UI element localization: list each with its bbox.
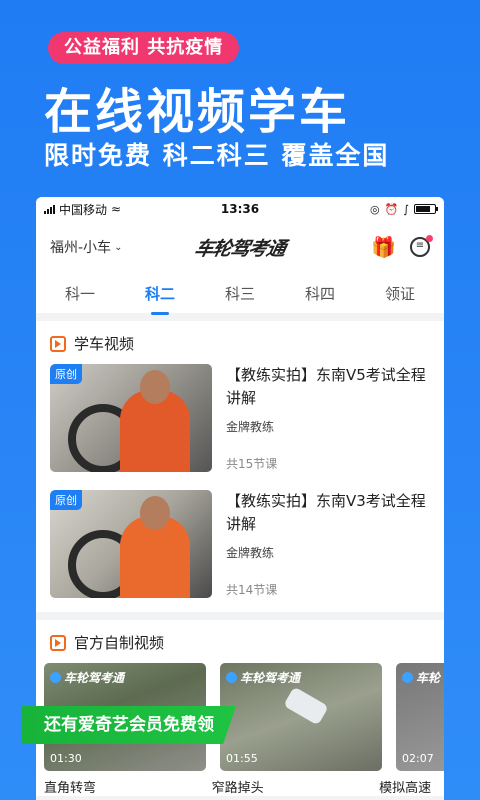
- brand-logo-icon: [226, 672, 237, 683]
- video-label[interactable]: 直角转弯: [44, 777, 198, 796]
- promo-tag: 公益福利 共抗疫情: [48, 32, 240, 64]
- course-item[interactable]: 原创 【教练实拍】东南V5考试全程讲解 金牌教练 共15节课: [50, 364, 430, 472]
- video-logo: 车轮驾考通: [240, 671, 301, 685]
- carrier-label: 中国移动: [59, 202, 108, 217]
- battery-icon: [414, 204, 438, 214]
- app-logo: 车轮驾考通: [192, 237, 288, 260]
- iqiyi-promo-banner[interactable]: 还有爱奇艺会员免费领: [22, 706, 236, 744]
- tab-ke4[interactable]: 科四: [290, 283, 350, 304]
- video-card[interactable]: 车轮 02:07: [396, 663, 444, 771]
- video-duration: 01:55: [226, 752, 258, 765]
- bluetooth-icon: ∫: [403, 202, 409, 216]
- video-label[interactable]: 窄路掉头: [212, 777, 366, 796]
- course-lessons: 共14节课: [226, 583, 278, 597]
- tab-license[interactable]: 领证: [370, 283, 430, 304]
- course-lessons: 共15节课: [226, 457, 278, 471]
- gift-icon[interactable]: 🎁: [371, 235, 396, 259]
- tab-ke3[interactable]: 科三: [210, 283, 270, 304]
- signal-icon: [44, 204, 55, 214]
- course-item[interactable]: 原创 【教练实拍】东南V3考试全程讲解 金牌教练 共14节课: [50, 490, 430, 598]
- section-title: 学车视频: [74, 335, 135, 353]
- video-card[interactable]: 车轮驾考通 01:55: [220, 663, 382, 771]
- course-thumbnail[interactable]: 原创: [50, 364, 212, 472]
- course-coach: 金牌教练: [226, 420, 275, 434]
- message-icon[interactable]: ≡: [410, 235, 433, 257]
- video-logo: 车轮: [416, 671, 441, 685]
- play-icon: [50, 634, 66, 651]
- course-thumbnail[interactable]: 原创: [50, 490, 212, 598]
- wifi-icon: ≈: [111, 202, 122, 216]
- brand-logo-icon: [402, 672, 413, 683]
- hero-subtitle: 限时免费 科二科三 覆盖全国: [44, 141, 390, 170]
- video-duration: 02:07: [402, 752, 434, 765]
- hero-title: 在线视频学车: [44, 84, 351, 140]
- car-image: [283, 686, 329, 726]
- course-title[interactable]: 【教练实拍】东南V3考试全程讲解: [226, 490, 430, 536]
- tab-ke1[interactable]: 科一: [50, 283, 110, 304]
- original-badge: 原创: [50, 364, 82, 384]
- section-title: 官方自制视频: [74, 634, 165, 652]
- chevron-down-icon: ⌄: [114, 241, 123, 253]
- video-logo: 车轮驾考通: [64, 671, 125, 685]
- app-header: 福州-小车 ⌄ 车轮驾考通 🎁 ≡: [36, 221, 444, 273]
- video-label[interactable]: 模拟高速: [379, 777, 436, 796]
- status-time: 13:36: [220, 202, 260, 216]
- status-bar: 中国移动 ≈ 13:36 ◎ ⏰ ∫: [36, 197, 444, 221]
- brand-logo-icon: [50, 672, 61, 683]
- city-selector[interactable]: 福州-小车 ⌄: [50, 237, 122, 257]
- original-badge: 原创: [50, 490, 82, 510]
- tab-ke2[interactable]: 科二: [130, 283, 190, 304]
- play-icon: [50, 335, 66, 352]
- course-title[interactable]: 【教练实拍】东南V5考试全程讲解: [226, 364, 430, 410]
- lock-rotation-icon: ◎: [369, 202, 380, 216]
- city-label: 福州-小车: [50, 240, 112, 256]
- alarm-icon: ⏰: [384, 202, 399, 216]
- learning-videos-section: 学车视频 原创 【教练实拍】东南V5考试全程讲解 金牌教练 共15节课 原创 【…: [36, 321, 444, 612]
- video-duration: 01:30: [50, 752, 82, 765]
- course-coach: 金牌教练: [226, 546, 275, 560]
- subject-tabs: 科一 科二 科三 科四 领证: [36, 273, 444, 313]
